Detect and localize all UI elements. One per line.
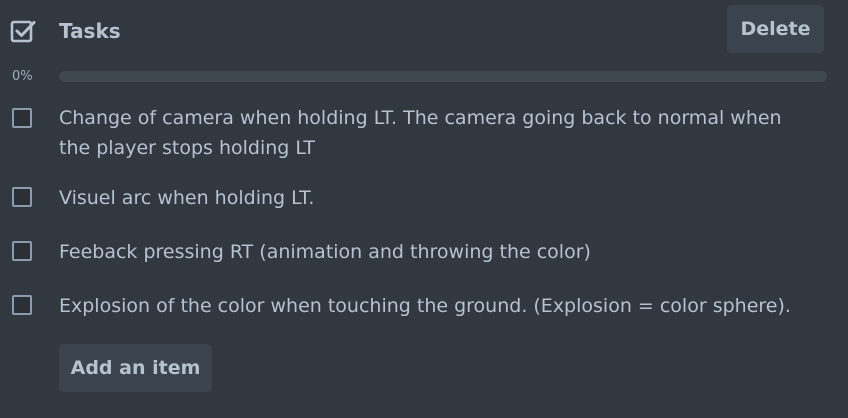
- checklist-title: Tasks: [59, 19, 121, 43]
- checklist-item-text[interactable]: Visuel arc when holding LT.: [59, 183, 314, 213]
- item-checkbox[interactable]: [12, 241, 32, 261]
- item-checkbox[interactable]: [12, 187, 32, 207]
- item-checkbox[interactable]: [12, 108, 32, 128]
- item-checkbox[interactable]: [12, 295, 32, 315]
- progress-percent: 0%: [12, 69, 33, 84]
- checklist-item-text-continued[interactable]: the player stops holding LT: [59, 133, 315, 163]
- add-item-button[interactable]: Add an item: [59, 344, 212, 392]
- checklist-header: Tasks Delete: [0, 0, 848, 60]
- checklist-item-text[interactable]: Feeback pressing RT (animation and throw…: [59, 237, 591, 267]
- progress-bar: [59, 71, 827, 82]
- checklist-icon: [10, 19, 36, 45]
- checklist-item-text[interactable]: Change of camera when holding LT. The ca…: [59, 103, 782, 133]
- checklist-item-text[interactable]: Explosion of the color when touching the…: [59, 291, 791, 321]
- delete-button[interactable]: Delete: [727, 5, 824, 53]
